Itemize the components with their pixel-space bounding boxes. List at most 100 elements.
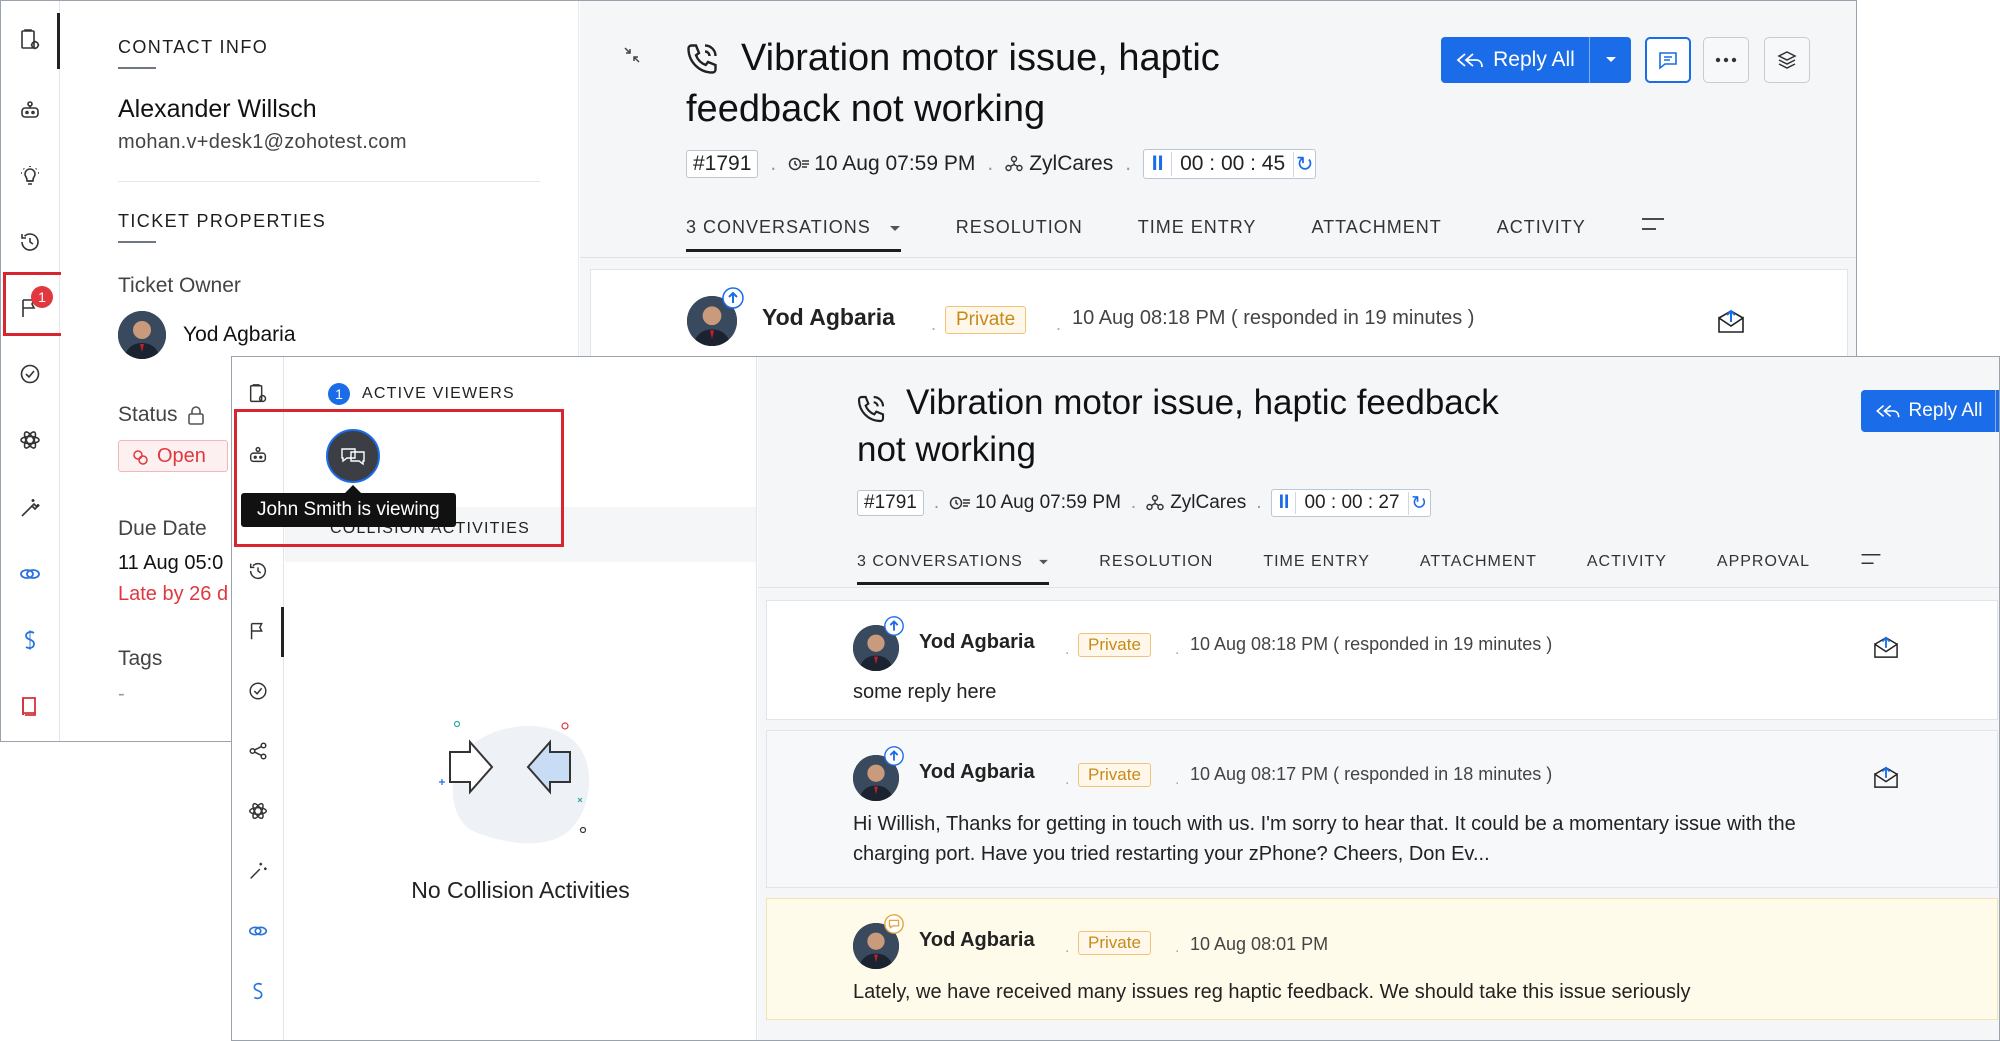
ticket-title-line1: Vibration motor issue, haptic — [741, 37, 1220, 79]
ticket-settings-icon[interactable] — [241, 377, 275, 411]
private-tag: Private — [1078, 633, 1151, 657]
due-date-value[interactable]: 11 Aug 05:0 — [118, 552, 223, 575]
team-icon — [1005, 155, 1023, 172]
viewer-tooltip: John Smith is viewing — [241, 493, 456, 527]
pause-icon[interactable]: II — [1144, 152, 1173, 176]
chevron-down-icon — [1039, 559, 1049, 565]
status-open-pill[interactable]: Open — [118, 440, 228, 472]
tab-attachment[interactable]: ATTACHMENT — [1311, 217, 1441, 238]
no-collision-text: No Collision Activities — [411, 877, 630, 903]
reply-dropdown-caret[interactable] — [1589, 37, 1631, 83]
comment-button[interactable] — [1645, 37, 1691, 83]
ticket-settings-icon[interactable] — [13, 23, 47, 57]
tab-activity[interactable]: ACTIVITY — [1587, 553, 1667, 571]
team-name[interactable]: ZylCares — [1029, 152, 1113, 176]
conversation-author[interactable]: Yod Agbaria — [919, 929, 1035, 952]
reply-all-button[interactable]: Reply All — [1441, 37, 1631, 83]
history-icon[interactable] — [241, 554, 275, 588]
conversation-author[interactable]: Yod Agbaria — [919, 761, 1035, 784]
tab-time-entry[interactable]: TIME ENTRY — [1138, 217, 1257, 238]
contact-name[interactable]: Alexander Willsch — [118, 95, 317, 124]
section-underline — [118, 241, 156, 243]
tags-value: - — [118, 683, 125, 705]
ticket-title-line1: Vibration motor issue, haptic feedback — [906, 383, 1499, 422]
no-collision-illustration — [439, 720, 590, 844]
private-tag: Private — [945, 306, 1027, 334]
tabs-menu-icon[interactable] — [1860, 553, 1882, 565]
history-icon[interactable] — [13, 225, 47, 259]
created-time: 10 Aug 07:59 PM — [814, 152, 976, 175]
brand-s-icon[interactable] — [13, 623, 47, 657]
ticket-timer: II 00 : 00 : 27 ↻ — [1271, 489, 1431, 517]
tab-resolution[interactable]: RESOLUTION — [1099, 553, 1213, 571]
section-underline — [118, 67, 156, 69]
atom-icon[interactable] — [13, 423, 47, 457]
note-card[interactable]: Yod Agbaria . Private . 10 Aug 08:01 PM … — [766, 898, 1998, 1020]
status-value: Open — [157, 444, 206, 467]
check-circle-icon[interactable] — [13, 357, 47, 391]
conversation-time: 10 Aug 08:01 PM — [1190, 934, 1329, 954]
highlight-box-flag — [3, 272, 66, 336]
more-options-button[interactable] — [1703, 37, 1749, 83]
idea-bulb-icon[interactable] — [13, 159, 47, 193]
ticket-id[interactable]: #1791 — [857, 490, 924, 516]
share-icon[interactable] — [241, 734, 275, 768]
atom-icon[interactable] — [241, 794, 275, 828]
email-reply-icon[interactable] — [1873, 635, 1899, 659]
magic-wand-icon[interactable] — [13, 491, 47, 525]
link-icon[interactable] — [13, 557, 47, 591]
refresh-icon[interactable]: ↻ — [1293, 151, 1315, 177]
tabs-divider — [580, 257, 1856, 258]
conversation-time: 10 Aug 08:17 PM ( responded in 18 minute… — [1190, 764, 1553, 784]
link-icon[interactable] — [241, 914, 275, 948]
check-circle-icon[interactable] — [241, 674, 275, 708]
tab-attachment[interactable]: ATTACHMENT — [1420, 553, 1537, 571]
reply-all-icon — [1875, 405, 1899, 418]
conversation-author[interactable]: Yod Agbaria — [919, 631, 1035, 654]
reply-dropdown-caret[interactable] — [1995, 390, 1999, 432]
conversation-card[interactable]: Yod Agbaria . Private . 10 Aug 08:17 PM … — [766, 730, 1998, 888]
front-window: 1 ACTIVE VIEWERS COLLISION ACTIVITIES No… — [231, 356, 2000, 1041]
team-name[interactable]: ZylCares — [1170, 492, 1246, 514]
tab-activity[interactable]: ACTIVITY — [1497, 217, 1586, 238]
conversation-card[interactable]: Yod Agbaria . Private . 10 Aug 08:18 PM … — [766, 600, 1998, 720]
collapse-icon[interactable] — [622, 45, 642, 65]
conversation-author[interactable]: Yod Agbaria — [762, 304, 895, 331]
layers-icon — [1777, 51, 1797, 69]
reply-direction-icon — [884, 746, 904, 766]
tab-conversations[interactable]: 3 CONVERSATIONS — [857, 553, 1050, 585]
refresh-icon[interactable]: ↻ — [1407, 491, 1430, 515]
rail-active-indicator — [281, 607, 284, 657]
brand-s-icon[interactable] — [241, 974, 275, 1008]
conversation-body-line1: Hi Willish, Thanks for getting in touch … — [853, 813, 1796, 835]
ticket-id[interactable]: #1791 — [686, 150, 759, 178]
magic-wand-icon[interactable] — [241, 854, 275, 888]
pause-icon[interactable]: II — [1272, 492, 1297, 514]
bot-icon[interactable] — [13, 93, 47, 127]
layers-button[interactable] — [1764, 37, 1810, 83]
clock-icon — [789, 157, 810, 171]
tooltip-arrow — [345, 485, 361, 493]
flag-icon[interactable] — [241, 614, 275, 648]
rail-active-indicator — [57, 13, 60, 69]
tabs-menu-icon[interactable] — [1641, 217, 1665, 231]
contact-email[interactable]: mohan.v+desk1@zohotest.com — [118, 131, 407, 154]
ticket-meta: #1791 . 10 Aug 07:59 PM . ZylCares . II … — [857, 489, 1431, 517]
tab-resolution[interactable]: RESOLUTION — [956, 217, 1083, 238]
chevron-down-icon — [889, 226, 900, 231]
private-tag: Private — [1078, 931, 1151, 955]
tab-time-entry[interactable]: TIME ENTRY — [1263, 553, 1370, 571]
ticket-tabs: 3 CONVERSATIONS RESOLUTION TIME ENTRY AT… — [857, 553, 1882, 585]
tab-approval[interactable]: APPROVAL — [1717, 553, 1810, 571]
reply-direction-icon — [722, 287, 744, 309]
email-reply-icon[interactable] — [1873, 765, 1899, 789]
tab-conversations[interactable]: 3 CONVERSATIONS — [686, 217, 901, 252]
active-viewers-title: ACTIVE VIEWERS — [362, 385, 515, 402]
conversation-card[interactable]: Yod Agbaria . Private . 10 Aug 08:18 PM … — [590, 269, 1848, 369]
book-icon[interactable] — [13, 689, 47, 723]
note-comment-icon — [884, 914, 904, 934]
ticket-title-line2: feedback not working — [686, 88, 1046, 130]
reply-all-button[interactable]: Reply All — [1861, 390, 1999, 432]
ticket-owner-name[interactable]: Yod Agbaria — [183, 323, 296, 347]
email-reply-icon[interactable] — [1717, 308, 1745, 334]
